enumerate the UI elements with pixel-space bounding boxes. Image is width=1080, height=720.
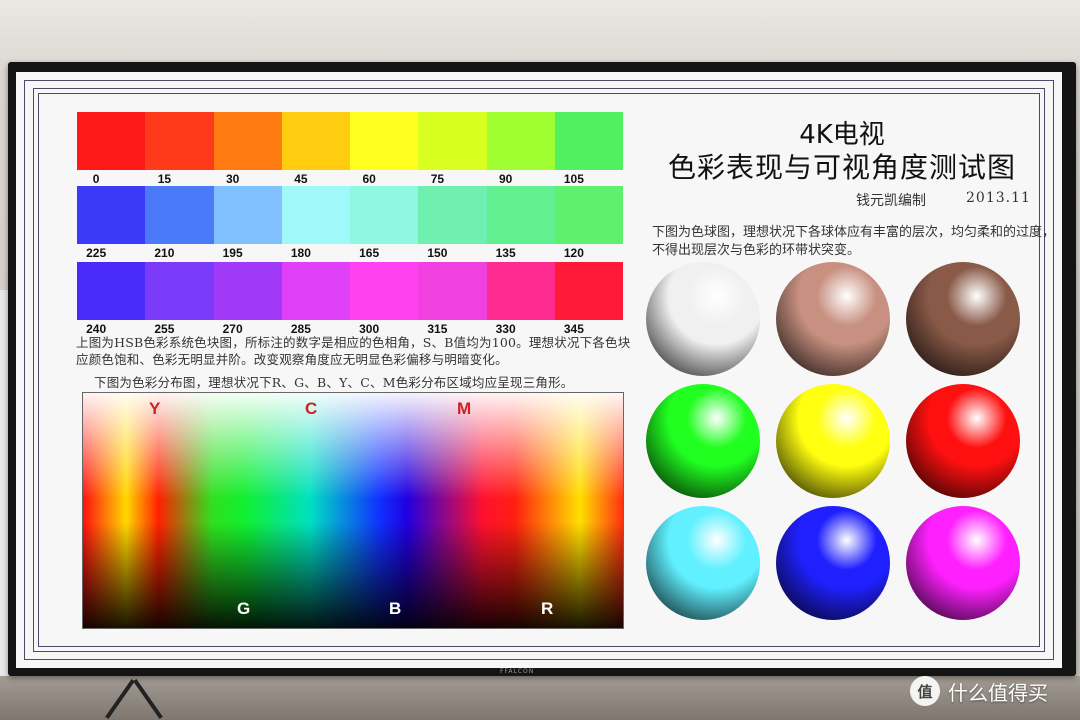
hue-swatch [281, 186, 350, 244]
dist-label-r: R [541, 599, 554, 618]
hue-swatch [281, 112, 350, 170]
hue-swatch [418, 112, 487, 170]
hue-swatch [554, 262, 623, 320]
hue-swatch [213, 186, 282, 244]
hue-swatch [350, 262, 419, 320]
watermark-logo-icon: 值 [910, 676, 940, 706]
hue-swatch [281, 262, 350, 320]
hue-angle-label: 0 [92, 172, 100, 186]
color-ball-brown [906, 262, 1020, 376]
color-ball-skin [776, 262, 890, 376]
dist-label-y: Y [149, 399, 161, 418]
hue-swatch [418, 186, 487, 244]
watermark: 值 什么值得买 [910, 676, 1048, 706]
dist-label-m: M [457, 399, 472, 418]
hue-swatch [213, 262, 282, 320]
chart-title-line-2: 色彩表现与可视角度测试图 [667, 151, 1016, 184]
hue-row-3 [77, 262, 623, 320]
hue-angle-label: 165 [359, 246, 380, 260]
tv-screen: 0 15 30 45 60 75 90 105 225 210 195 180 165 150 135 12… [16, 72, 1062, 668]
color-ball-magenta [906, 506, 1020, 620]
hue-angle-label: 180 [290, 246, 311, 260]
color-ball-blue [776, 506, 890, 620]
watermark-text: 什么值得买 [948, 680, 1048, 705]
hsb-description: 上图为HSB色彩系统色块图，所标注的数字是相应的色相角，S、B值均为100。理想… [76, 335, 631, 367]
hue-angle-label: 30 [225, 172, 240, 186]
ball-description: 下图为色球图，理想状况下各球体应有丰富的层次，均匀柔和的过度，不得出现层次与色彩… [652, 225, 1056, 258]
hue-swatch [145, 112, 214, 170]
hue-swatch [145, 186, 214, 244]
hue-angle-label: 75 [430, 172, 445, 186]
tv-brand-logo: FFALCON [500, 668, 535, 675]
hue-swatch [77, 186, 146, 244]
hue-swatch [554, 112, 623, 170]
hue-row-1 [77, 112, 623, 170]
color-ball-white [646, 262, 760, 376]
hue-angle-label: 15 [157, 172, 172, 186]
hue-angle-label: 105 [563, 172, 584, 186]
dist-label-g: G [237, 599, 251, 618]
color-ball-green [646, 384, 760, 498]
hue-swatch [486, 262, 555, 320]
color-ball-red [906, 384, 1020, 498]
hue-angle-label: 120 [563, 246, 584, 260]
dist-label-b: B [389, 599, 402, 618]
hue-swatch [350, 186, 419, 244]
hue-swatch [77, 262, 146, 320]
color-distribution-chart: Y C M G B R [82, 392, 624, 629]
hue-angle-label: 195 [222, 246, 243, 260]
hue-angle-label: 225 [86, 246, 107, 260]
hue-angle-label: 150 [427, 246, 448, 260]
hue-swatch [213, 112, 282, 170]
hue-angle-label: 45 [294, 172, 308, 186]
hue-angle-label: 60 [362, 172, 376, 186]
wall-background [0, 0, 1080, 70]
color-ball-yellow [776, 384, 890, 498]
hue-swatch [486, 186, 555, 244]
hue-swatch [145, 262, 214, 320]
distribution-description: 下图为色彩分布图，理想状况下R、G、B、Y、C、M色彩分布区域均应呈现三角形。 [94, 375, 574, 390]
hue-swatch [418, 262, 487, 320]
hue-angle-label: 135 [495, 246, 516, 260]
hue-swatch [554, 186, 623, 244]
color-ball-cyan [646, 506, 760, 620]
chart-author: 钱元凯编制 [856, 193, 926, 209]
hue-swatch [77, 112, 146, 170]
chart-date: 2013.11 [966, 190, 1031, 206]
hue-angle-label: 90 [498, 172, 513, 186]
hue-swatch [486, 112, 555, 170]
hue-angle-label: 210 [154, 246, 175, 260]
hue-swatch [350, 112, 419, 170]
dist-label-c: C [305, 399, 318, 418]
hue-row-2 [77, 186, 623, 244]
